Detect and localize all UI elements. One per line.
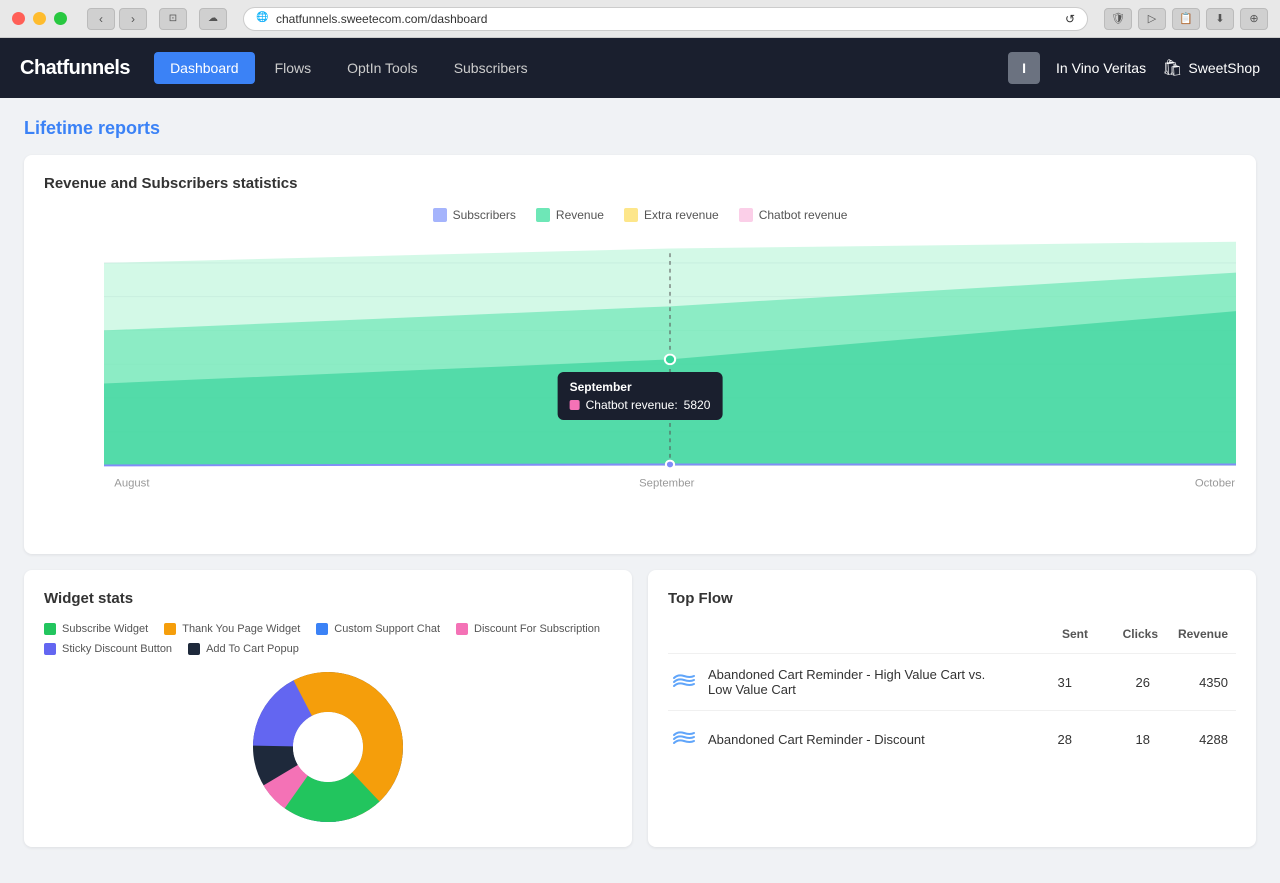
url-bar[interactable]: 🌐 chatfunnels.sweetecom.com/dashboard ↺ [243,7,1088,31]
store-name-label: SweetShop [1188,60,1260,76]
brand-logo: Chatfunnels [20,57,130,80]
legend-subscribers-label: Subscribers [453,208,516,222]
user-avatar[interactable]: I [1008,52,1040,84]
back-button[interactable]: ‹ [87,8,115,30]
nav-items: Dashboard Flows OptIn Tools Subscribers [154,52,1008,84]
ssl-icon: 🌐 [256,12,270,26]
nav-right: I In Vino Veritas 🛍 SweetShop [1008,52,1260,84]
hover-dot-subscribers [666,461,674,469]
flow-clicks-2: 18 [1088,732,1158,747]
ext-4[interactable]: ⬇ [1206,8,1234,30]
legend-extra-revenue-label: Extra revenue [644,208,719,222]
nav-optin-tools[interactable]: OptIn Tools [331,52,434,84]
forward-button[interactable]: › [119,8,147,30]
ext-2[interactable]: ▷ [1138,8,1166,30]
store-selector[interactable]: 🛍 SweetShop [1162,58,1260,78]
widget-stats-title: Widget stats [44,590,612,607]
main-navbar: Chatfunnels Dashboard Flows OptIn Tools … [0,38,1280,98]
revenue-chart-card: Revenue and Subscribers statistics Subsc… [24,155,1256,554]
widget-stats-card: Widget stats Subscribe Widget Thank You … [24,570,632,847]
mac-close-btn[interactable] [12,12,25,25]
page-title: Lifetime reports [24,118,1256,139]
wl-support-label: Custom Support Chat [334,623,440,635]
hover-dot [665,355,675,365]
widget-legend: Subscribe Widget Thank You Page Widget C… [44,623,612,655]
wl-sticky-dot [44,643,56,655]
nav-subscribers[interactable]: Subscribers [438,52,544,84]
flow-sent-2: 28 [1010,732,1080,747]
flow-name-2: Abandoned Cart Reminder - Discount [708,732,1002,747]
chart-svg: 0 2000 4000 6000 8000 10000 12000 [104,234,1236,504]
wl-subscribe-dot [44,623,56,635]
legend-chatbot-revenue-dot [739,208,753,222]
wl-subscribe: Subscribe Widget [44,623,148,635]
svg-text:August: August [114,478,149,490]
main-content: Lifetime reports Revenue and Subscribers… [0,98,1280,883]
wl-addcart-dot [188,643,200,655]
cloud-button[interactable]: ☁ [199,8,227,30]
donut-svg [248,667,408,827]
flow-revenue-1: 4350 [1166,675,1236,690]
legend-chatbot-revenue: Chatbot revenue [739,208,848,222]
url-text: chatfunnels.sweetecom.com/dashboard [276,12,487,26]
flow-sent-1: 31 [1010,675,1080,690]
donut-chart-area [44,667,612,827]
table-row: Abandoned Cart Reminder - High Value Car… [668,653,1236,710]
browser-extensions: 🛡 ▷ 📋 ⬇ ⊕ [1104,8,1268,30]
legend-chatbot-revenue-label: Chatbot revenue [759,208,848,222]
top-flow-card: Top Flow Sent Clicks Revenue Abandoned C… [648,570,1256,847]
ext-3[interactable]: 📋 [1172,8,1200,30]
nav-flows[interactable]: Flows [259,52,328,84]
flow-name-1: Abandoned Cart Reminder - High Value Car… [708,667,1002,697]
wl-thankyou: Thank You Page Widget [164,623,300,635]
bottom-row: Widget stats Subscribe Widget Thank You … [24,570,1256,863]
wl-support: Custom Support Chat [316,623,440,635]
svg-text:September: September [639,478,695,490]
flow-table-header: Sent Clicks Revenue [668,623,1236,645]
ext-1[interactable]: 🛡 [1104,8,1132,30]
mac-max-btn[interactable] [54,12,67,25]
legend-revenue: Revenue [536,208,604,222]
legend-revenue-dot [536,208,550,222]
user-name-label: In Vino Veritas [1056,60,1146,76]
flow-icon-2 [668,723,700,755]
wl-subscribe-label: Subscribe Widget [62,623,148,635]
wl-thankyou-dot [164,623,176,635]
wl-thankyou-label: Thank You Page Widget [182,623,300,635]
wl-discount-dot [456,623,468,635]
legend-extra-revenue: Extra revenue [624,208,719,222]
nav-dashboard[interactable]: Dashboard [154,52,255,84]
mac-titlebar: ‹ › ⊡ ☁ 🌐 chatfunnels.sweetecom.com/dash… [0,0,1280,38]
legend-subscribers-dot [433,208,447,222]
wl-discount-label: Discount For Subscription [474,623,600,635]
mac-min-btn[interactable] [33,12,46,25]
wl-addcart: Add To Cart Popup [188,643,299,655]
wl-sticky-label: Sticky Discount Button [62,643,172,655]
top-flow-title: Top Flow [668,590,1236,607]
tab-button[interactable]: ⊡ [159,8,187,30]
flow-revenue-2: 4288 [1166,732,1236,747]
chart-title: Revenue and Subscribers statistics [44,175,1236,192]
legend-subscribers: Subscribers [433,208,516,222]
chart-area: 0 2000 4000 6000 8000 10000 12000 [44,234,1236,534]
wl-addcart-label: Add To Cart Popup [206,643,299,655]
col-revenue: Revenue [1166,623,1236,645]
refresh-icon[interactable]: ↺ [1065,12,1075,26]
table-row: Abandoned Cart Reminder - Discount 28 18… [668,710,1236,767]
wl-discount: Discount For Subscription [456,623,600,635]
legend-revenue-label: Revenue [556,208,604,222]
wl-support-dot [316,623,328,635]
chart-legend: Subscribers Revenue Extra revenue Chatbo… [44,208,1236,222]
wl-sticky: Sticky Discount Button [44,643,172,655]
store-icon: 🛍 [1162,58,1182,78]
col-clicks: Clicks [1096,623,1166,645]
svg-text:October: October [1195,478,1236,490]
legend-extra-revenue-dot [624,208,638,222]
ext-5[interactable]: ⊕ [1240,8,1268,30]
flow-icon-1 [668,666,700,698]
flow-clicks-1: 26 [1088,675,1158,690]
col-sent: Sent [1026,623,1096,645]
